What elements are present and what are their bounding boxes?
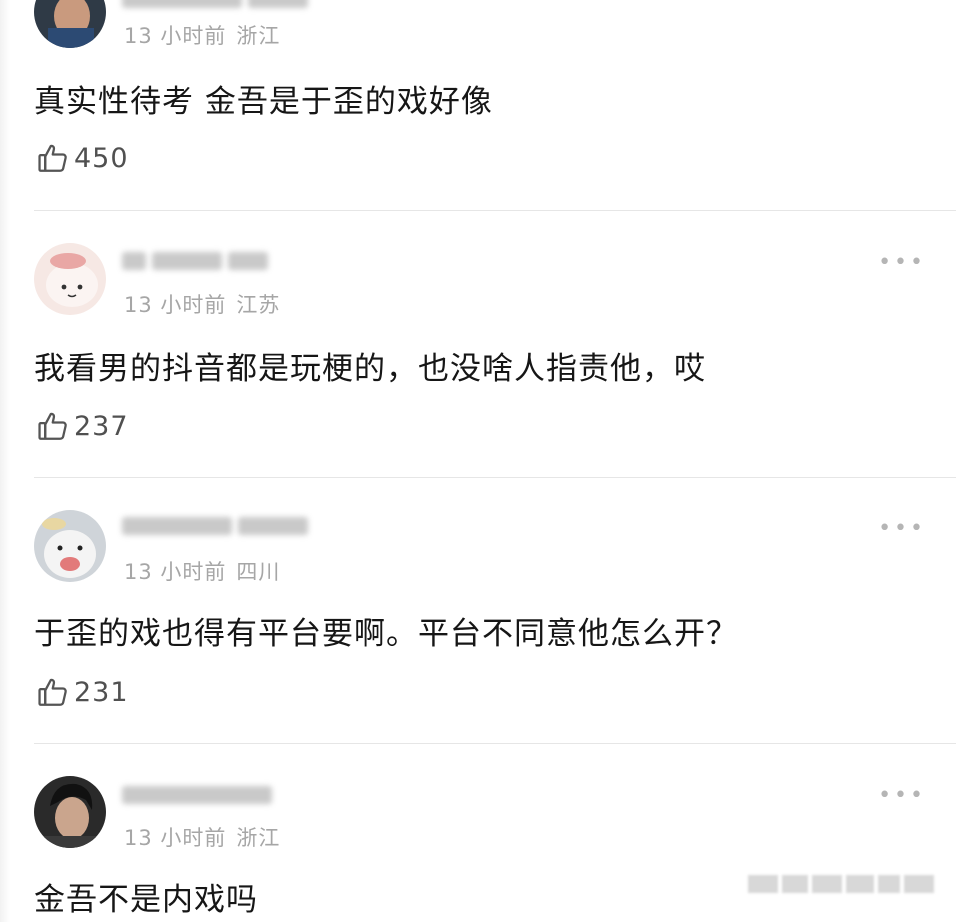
username[interactable] <box>122 515 314 539</box>
like-button[interactable]: 450 <box>36 138 129 178</box>
comment-text: 金吾不是内戏吗 <box>34 882 258 918</box>
avatar[interactable] <box>34 776 106 848</box>
username[interactable] <box>122 0 314 12</box>
comment-time: 13 小时前 <box>124 560 227 584</box>
username[interactable] <box>122 250 274 274</box>
comment-time: 13 小时前 <box>124 826 227 850</box>
divider <box>34 477 956 478</box>
avatar[interactable] <box>34 510 106 582</box>
more-icon[interactable]: ••• <box>878 785 926 807</box>
divider <box>34 743 956 744</box>
username[interactable] <box>122 784 278 808</box>
like-count: 231 <box>74 676 129 708</box>
comment-time: 13 小时前 <box>124 24 227 48</box>
left-edge <box>0 0 10 922</box>
avatar[interactable] <box>34 0 106 48</box>
like-count: 237 <box>74 410 129 442</box>
comment-meta: 13 小时前 四川 <box>124 556 280 586</box>
comment-text: 我看男的抖音都是玩梗的，也没啥人指责他，哎 <box>34 351 706 387</box>
comment-meta: 13 小时前 江苏 <box>124 289 280 319</box>
comment-location: 浙江 <box>236 826 281 850</box>
like-count: 450 <box>74 142 129 174</box>
comment-meta: 13 小时前 浙江 <box>124 822 280 852</box>
comment-text: 真实性待考 金吾是于歪的戏好像 <box>34 84 493 120</box>
thumbs-up-icon <box>38 412 67 440</box>
divider <box>34 210 956 211</box>
like-button[interactable]: 231 <box>36 672 129 712</box>
more-icon[interactable]: ••• <box>878 518 926 540</box>
comment-location: 浙江 <box>236 24 281 48</box>
comment-location: 四川 <box>236 560 281 584</box>
watermark <box>748 872 938 896</box>
comment-location: 江苏 <box>236 293 281 317</box>
more-icon[interactable]: ••• <box>878 252 926 274</box>
comment-time: 13 小时前 <box>124 293 227 317</box>
avatar[interactable] <box>34 243 106 315</box>
comment-text: 于歪的戏也得有平台要啊。平台不同意他怎么开？ <box>34 616 738 652</box>
thumbs-up-icon <box>38 144 67 172</box>
like-button[interactable]: 237 <box>36 406 129 446</box>
comment-meta: 13 小时前 浙江 <box>124 20 280 50</box>
thumbs-up-icon <box>38 678 67 706</box>
